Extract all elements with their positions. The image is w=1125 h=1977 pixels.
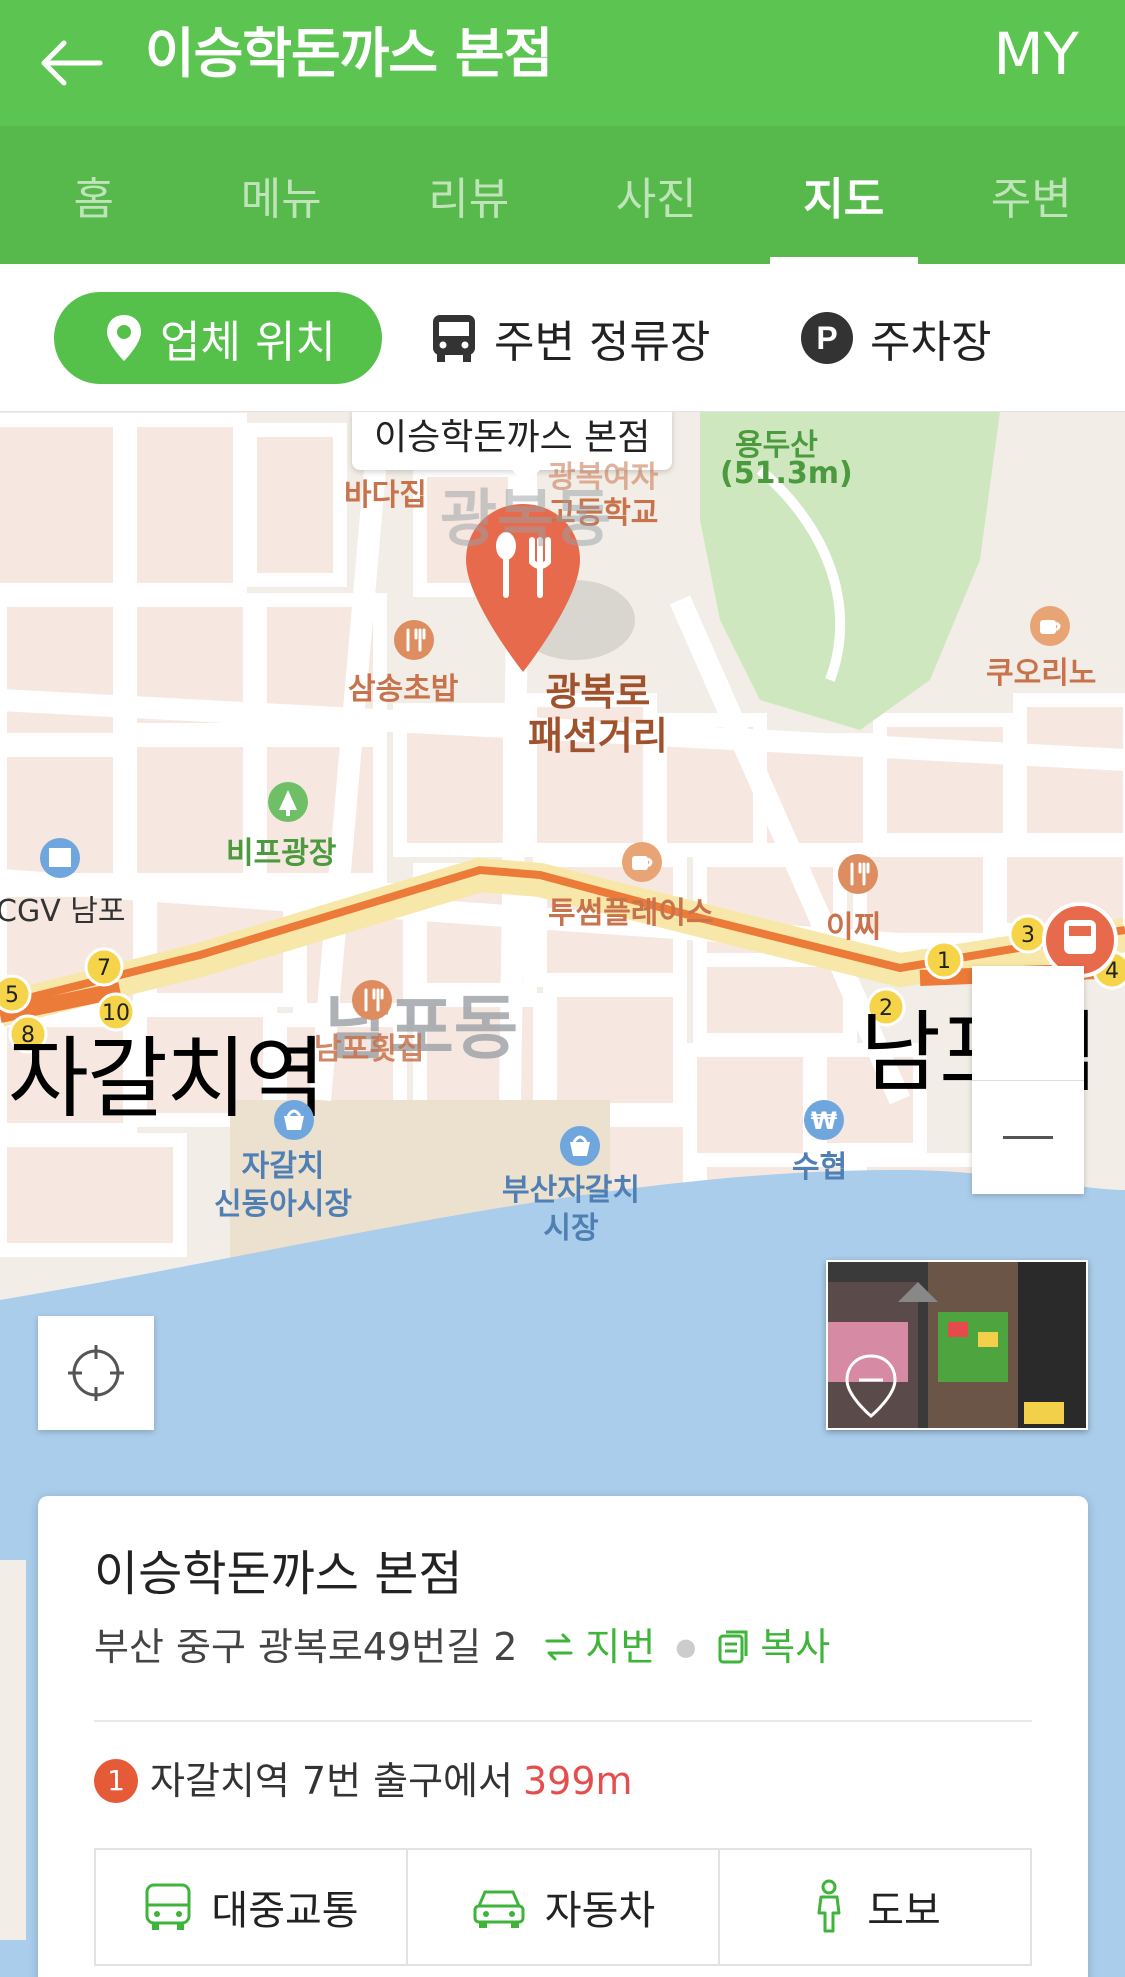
tab-home[interactable]: 홈 xyxy=(0,126,188,264)
map-label-shindong: 자갈치 신동아시장 xyxy=(214,1148,352,1224)
exit-7: 7 xyxy=(97,956,111,981)
place-info-card: 이승학돈까스 본점 부산 중구 광복로49번길 2 지번 ● 복사 1 자갈치역… xyxy=(38,1496,1088,1977)
map-label-busan-jagalchi-a: 부산자갈치 xyxy=(502,1173,640,1208)
bus-icon xyxy=(430,312,478,364)
nearest-station-row: 1 자갈치역 7번 출구에서 399m xyxy=(94,1756,633,1806)
car-label: 자동차 xyxy=(544,1888,656,1934)
station-distance: 399m xyxy=(522,1759,633,1803)
parking-chip[interactable]: P 주차장 xyxy=(800,292,991,384)
map-label-shindong-b: 신동아시장 xyxy=(214,1187,352,1222)
back-button[interactable] xyxy=(30,22,112,104)
map-label-busan-jagalchi-b: 시장 xyxy=(543,1211,599,1246)
my-button[interactable]: MY xyxy=(994,18,1079,90)
jibun-label: 지번 xyxy=(585,1625,656,1669)
tab-review[interactable]: 리뷰 xyxy=(375,126,563,264)
business-location-label: 업체 위치 xyxy=(160,317,336,368)
tab-menu[interactable]: 메뉴 xyxy=(188,126,376,264)
nearby-stops-chip[interactable]: 주변 정류장 xyxy=(430,292,710,384)
transit-route-button[interactable]: 대중교통 xyxy=(96,1850,408,1964)
car-route-button[interactable]: 자동차 xyxy=(408,1850,720,1964)
minus-icon xyxy=(1003,1135,1053,1139)
subway-line-badge: 1 xyxy=(94,1759,138,1803)
walk-route-button[interactable]: 도보 xyxy=(720,1850,1030,1964)
page-title: 이승학돈까스 본점 xyxy=(145,22,553,85)
market-poi-icon xyxy=(272,1098,316,1146)
tab-photo[interactable]: 사진 xyxy=(563,126,751,264)
route-buttons: 대중교통 자동차 도보 xyxy=(94,1848,1032,1966)
zoom-control xyxy=(972,966,1084,1194)
place-name: 이승학돈까스 본점 xyxy=(94,1546,463,1602)
exit-3: 3 xyxy=(1021,923,1035,948)
exit-1: 1 xyxy=(937,949,951,974)
road-view-pin-icon xyxy=(845,1354,897,1418)
arrow-left-icon xyxy=(41,40,103,86)
copy-button[interactable]: 복사 xyxy=(716,1622,830,1672)
current-location-button[interactable] xyxy=(38,1316,154,1430)
svg-text:P: P xyxy=(816,320,837,356)
car-icon xyxy=(471,1884,527,1930)
walking-person-icon xyxy=(809,1879,849,1935)
business-location-chip[interactable]: 업체 위치 xyxy=(54,292,382,384)
transit-label: 대중교통 xyxy=(211,1888,359,1934)
tab-map[interactable]: 지도 xyxy=(750,126,938,264)
swap-icon xyxy=(545,1633,573,1661)
zoom-out-button[interactable] xyxy=(972,1080,1084,1194)
jibun-toggle[interactable]: 지번 xyxy=(541,1622,655,1672)
map-view[interactable]: 이승학돈까스 본점 용두산 (51.3m) 바다집 광복여자 고등학교 광복동 … xyxy=(0,412,1125,1977)
place-address-row: 부산 중구 광복로49번길 2 지번 ● 복사 xyxy=(94,1622,830,1672)
station-text: 자갈치역 7번 출구에서 xyxy=(150,1759,513,1803)
bank-poi-icon: ₩ xyxy=(802,1098,846,1146)
parking-label: 주차장 xyxy=(870,317,992,368)
parking-icon: P xyxy=(800,311,854,365)
card-divider xyxy=(94,1720,1032,1722)
tab-nearby[interactable]: 주변 xyxy=(938,126,1125,264)
nearby-stops-label: 주변 정류장 xyxy=(494,317,711,368)
place-address: 부산 중구 광복로49번길 2 xyxy=(94,1625,518,1669)
svg-text:₩: ₩ xyxy=(811,1107,838,1135)
walk-label: 도보 xyxy=(867,1888,941,1934)
app-header: 이승학돈까스 본점 MY xyxy=(0,0,1125,126)
map-label-suhyup: 수협 xyxy=(792,1150,848,1185)
map-label-busan-jagalchi: 부산자갈치 시장 xyxy=(502,1172,640,1248)
location-pin-icon xyxy=(104,313,144,363)
map-label-shindong-a: 자갈치 xyxy=(241,1149,325,1184)
map-filter-bar: 업체 위치 주변 정류장 P 주차장 xyxy=(0,264,1125,412)
copy-icon xyxy=(718,1630,748,1664)
road-view-thumbnail[interactable] xyxy=(826,1260,1088,1430)
transit-bus-icon xyxy=(143,1881,193,1933)
market-poi-icon-2 xyxy=(558,1124,602,1172)
crosshair-icon xyxy=(68,1345,124,1401)
separator-dot: ● xyxy=(675,1633,697,1661)
copy-label: 복사 xyxy=(760,1625,831,1669)
exit-5: 5 xyxy=(5,983,19,1008)
tab-bar: 홈 메뉴 리뷰 사진 지도 주변 xyxy=(0,126,1125,264)
